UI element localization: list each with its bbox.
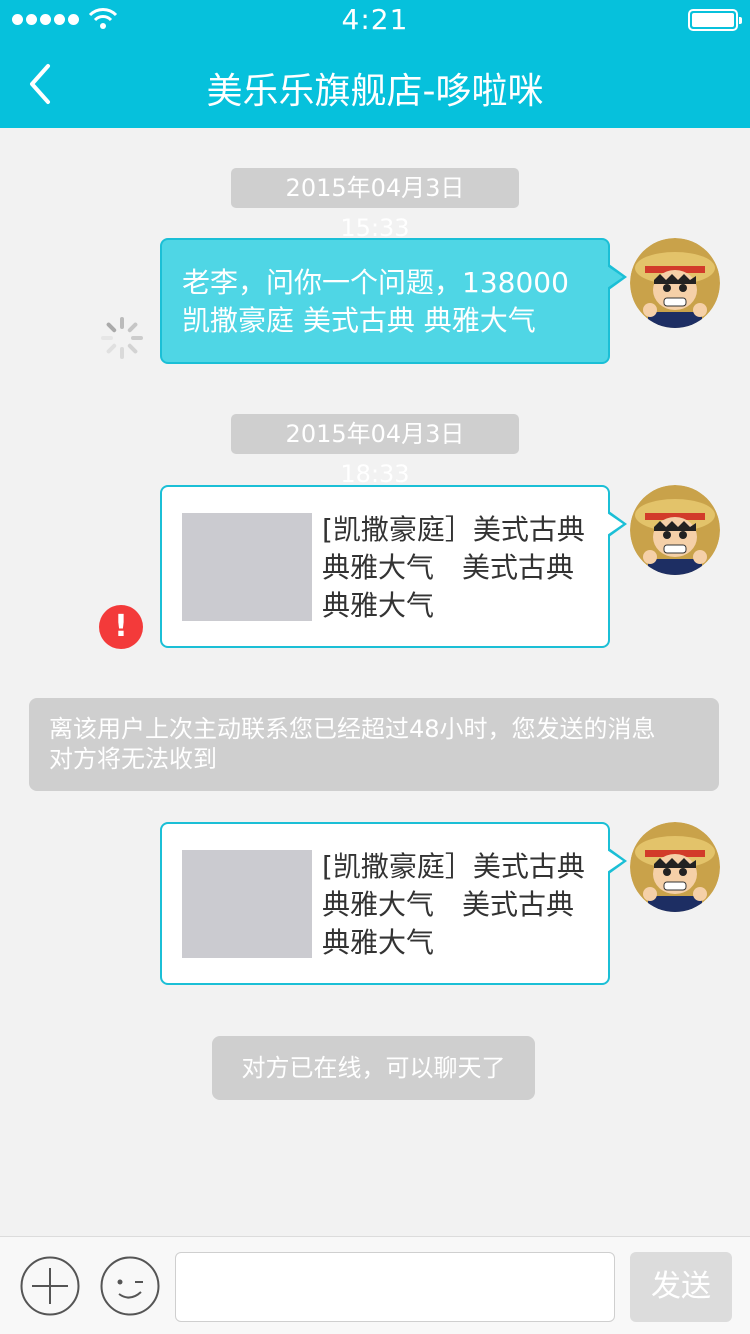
card-text-line: 典雅大气	[322, 589, 435, 622]
message-bubble[interactable]: 老李，问你一个问题，138000 凯撒豪庭 美式古典 典雅大气	[160, 238, 627, 364]
card-text-line: 典雅大气	[322, 926, 435, 959]
emoji-icon[interactable]	[100, 1256, 160, 1316]
status-time: 4:21	[341, 3, 409, 36]
product-thumbnail	[182, 850, 312, 958]
message-text-line: 凯撒豪庭 美式古典 典雅大气	[182, 304, 536, 337]
product-card-message[interactable]: [凯撒豪庭］美式古典 典雅大气 美式古典 典雅大气	[160, 822, 627, 985]
timestamp: 2015年04月3日 15:33	[231, 168, 519, 242]
system-notice: 离该用户上次主动联系您已经超过48小时，您发送的消息 对方将无法收到	[29, 698, 719, 791]
card-text-line: [凯撒豪庭］美式古典	[322, 850, 585, 883]
add-icon[interactable]	[20, 1256, 80, 1316]
avatar[interactable]	[630, 822, 720, 912]
avatar[interactable]	[630, 238, 720, 328]
message-input[interactable]	[175, 1252, 615, 1322]
online-notice: 对方已在线，可以聊天了	[212, 1036, 535, 1100]
battery-icon	[688, 9, 742, 31]
nav-header: 4:21 美乐乐旗舰店-哆啦咪	[0, 0, 750, 128]
notice-text-line: 对方将无法收到	[49, 745, 217, 773]
timestamp: 2015年04月3日 18:33	[231, 414, 519, 488]
card-text-line: [凯撒豪庭］美式古典	[322, 513, 585, 546]
product-thumbnail	[182, 513, 312, 621]
status-bar: 4:21	[0, 0, 750, 40]
send-button[interactable]: 发送	[630, 1252, 732, 1322]
card-text-line: 典雅大气 美式古典	[322, 888, 575, 921]
page-title: 美乐乐旗舰店-哆啦咪	[206, 71, 544, 112]
message-text-line: 老李，问你一个问题，138000	[182, 266, 569, 299]
product-card-message[interactable]: [凯撒豪庭］美式古典 典雅大气 美式古典 典雅大气	[160, 485, 627, 648]
card-text-line: 典雅大气 美式古典	[322, 551, 575, 584]
loading-spinner-icon	[101, 317, 143, 359]
send-failed-icon[interactable]: !	[99, 605, 143, 649]
avatar[interactable]	[630, 485, 720, 575]
notice-text-line: 离该用户上次主动联系您已经超过48小时，您发送的消息	[49, 715, 656, 743]
input-bar: 发送	[0, 1236, 750, 1334]
